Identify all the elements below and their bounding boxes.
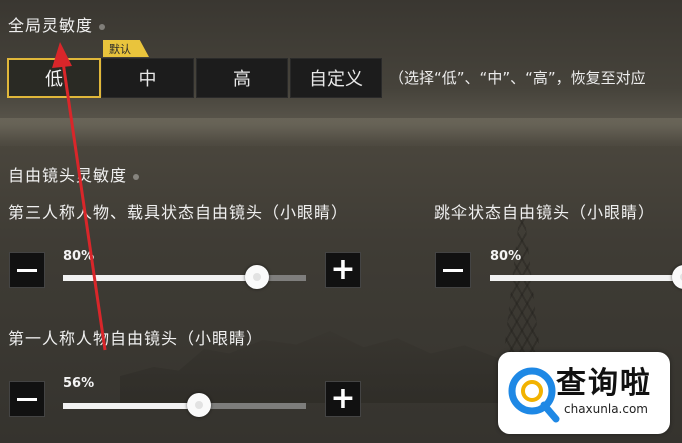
preset-hint-text: （选择“低”、“中”、“高”，恢复至对应	[389, 69, 646, 87]
third-person-slider-track[interactable]	[63, 265, 306, 289]
third-person-freelook-label: 第三人称人物、载具状态自由镜头（小眼睛）	[8, 203, 349, 222]
plus-icon: +	[330, 381, 356, 416]
first-person-freelook-label: 第一人称人物自由镜头（小眼睛）	[8, 329, 264, 348]
option-low-button[interactable]: 低	[7, 58, 101, 98]
watermark-cn-text: 查询啦	[556, 366, 652, 401]
info-dot-icon	[99, 23, 106, 30]
third-person-slider-knob[interactable]	[245, 265, 270, 289]
freelook-sensitivity-title: 自由镜头灵敏度	[8, 162, 140, 186]
first-person-percent: 56%	[63, 376, 95, 391]
search-magnifier-icon	[508, 367, 560, 423]
third-person-increase-button[interactable]: +	[325, 252, 361, 288]
background-haze	[0, 118, 682, 146]
watermark-en-text: chaxunla.com	[564, 402, 648, 416]
option-high-button[interactable]: 高	[196, 58, 288, 98]
minus-icon	[443, 268, 463, 272]
plus-icon: +	[330, 252, 356, 287]
third-person-percent: 80%	[63, 249, 95, 264]
parachute-percent: 80%	[490, 249, 522, 264]
first-person-increase-button[interactable]: +	[325, 381, 361, 417]
default-badge: 默认	[103, 40, 149, 57]
watermark-logo: 查询啦 chaxunla.com	[498, 352, 670, 434]
global-sensitivity-title: 全局灵敏度	[8, 12, 106, 36]
minus-icon	[17, 397, 37, 401]
parachute-slider-knob[interactable]	[672, 265, 682, 289]
parachute-decrease-button[interactable]	[435, 252, 471, 288]
parachute-slider-track[interactable]	[490, 265, 682, 289]
info-dot-icon	[133, 173, 140, 180]
parachute-freelook-label: 跳伞状态自由镜头（小眼睛）	[434, 203, 656, 222]
minus-icon	[17, 268, 37, 272]
option-custom-button[interactable]: 自定义	[290, 58, 382, 98]
first-person-slider-fill	[63, 403, 200, 409]
first-person-slider-track[interactable]	[63, 393, 306, 417]
first-person-decrease-button[interactable]	[9, 381, 45, 417]
option-medium-button[interactable]: 中	[101, 58, 194, 98]
parachute-slider-fill	[490, 275, 682, 281]
background-tower	[502, 210, 542, 370]
third-person-slider-fill	[63, 275, 258, 281]
first-person-slider-knob[interactable]	[187, 393, 212, 417]
third-person-decrease-button[interactable]	[9, 252, 45, 288]
